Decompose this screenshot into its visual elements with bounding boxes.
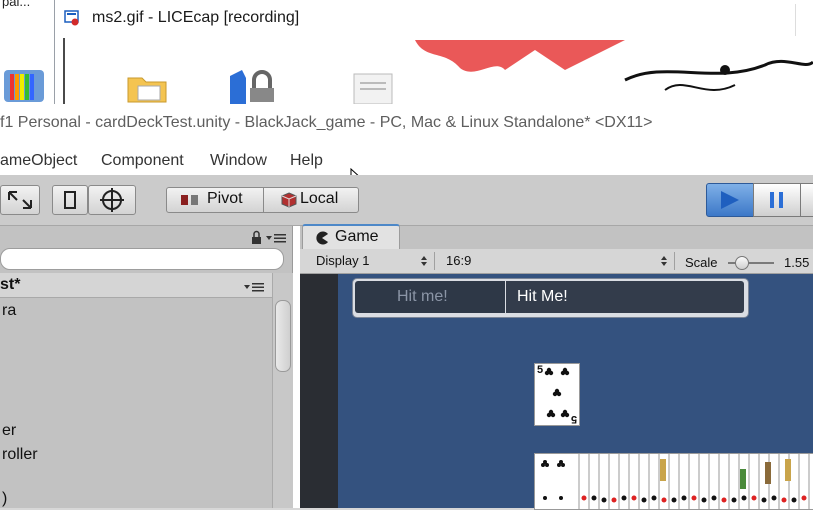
- aspect-dropdown[interactable]: 16:9: [438, 252, 675, 270]
- hierarchy-item[interactable]: roller: [2, 446, 38, 464]
- hierarchy-item[interactable]: ): [2, 490, 7, 508]
- licecap-app-icon: [64, 10, 79, 26]
- local-toggle[interactable]: Local: [263, 187, 359, 213]
- scale-slider-thumb[interactable]: [735, 256, 749, 270]
- play-icon: [721, 191, 739, 209]
- hierarchy-item[interactable]: er: [2, 422, 16, 440]
- hit-me-button-inactive[interactable]: Hit me!: [355, 281, 505, 313]
- menu-component[interactable]: Component: [101, 152, 184, 170]
- window-control-button[interactable]: [795, 4, 813, 36]
- background-window-text: pai...: [2, 0, 31, 9]
- dropdown-arrows-icon: [661, 256, 667, 266]
- game-view-margin: [300, 274, 338, 508]
- scale-tool-icon: [8, 191, 32, 209]
- transform-tool-icon: [100, 188, 124, 212]
- menu-help[interactable]: Help: [290, 152, 323, 170]
- step-button[interactable]: [800, 183, 813, 217]
- pivot-icon: [181, 195, 198, 205]
- card-deck-spread: [534, 453, 813, 510]
- hit-me-inactive-label: Hit me!: [397, 288, 448, 305]
- licecap-title: ms2.gif - LICEcap [recording]: [92, 9, 300, 26]
- scale-value: 1.55: [784, 255, 810, 270]
- card-deck-graphic: [541, 454, 810, 509]
- captured-desktop-strip: [65, 40, 813, 102]
- hit-me-button[interactable]: Hit Me!: [506, 281, 744, 313]
- folder-icon: [127, 77, 167, 103]
- document-icon: [353, 73, 393, 104]
- pivot-label: Pivot: [207, 190, 243, 207]
- dropdown-arrows-icon: [421, 256, 427, 266]
- display-dropdown-value: Display 1: [316, 253, 370, 268]
- aspect-dropdown-value: 16:9: [446, 253, 472, 268]
- lock-shortcut-icon: [230, 70, 274, 104]
- display-dropdown[interactable]: Display 1: [308, 252, 435, 270]
- scene-name: st*: [0, 276, 21, 293]
- hierarchy-item[interactable]: ra: [2, 302, 16, 320]
- menu-gameobject[interactable]: ameObject: [0, 152, 77, 170]
- playing-card[interactable]: 5 5: [534, 363, 580, 426]
- hit-me-label: Hit Me!: [517, 288, 568, 305]
- scene-header[interactable]: [0, 273, 272, 298]
- rainbow-app-icon: [4, 70, 44, 102]
- scale-tool-button[interactable]: [0, 185, 40, 215]
- tab-game-label: Game: [335, 228, 379, 245]
- card-rank-bottom: 5: [570, 413, 577, 425]
- rect-tool-icon: [64, 191, 76, 209]
- scene-menu-icon[interactable]: [242, 281, 268, 293]
- transform-tool-button[interactable]: [88, 185, 136, 215]
- hierarchy-search-input[interactable]: [0, 248, 284, 270]
- pause-icon: [770, 192, 783, 208]
- desktop-icons-graphic: [415, 40, 813, 91]
- pacman-game-icon: [316, 231, 328, 245]
- local-label: Local: [300, 190, 339, 207]
- unity-window-title: f1 Personal - cardDeckTest.unity - Black…: [0, 114, 653, 131]
- scale-label: Scale: [685, 255, 718, 270]
- play-button[interactable]: [706, 183, 754, 217]
- pause-button[interactable]: [753, 183, 801, 217]
- lock-menu-icon[interactable]: [250, 230, 290, 246]
- pivot-toggle[interactable]: Pivot: [166, 187, 264, 213]
- local-cube-icon: [281, 192, 297, 208]
- rect-tool-button[interactable]: [52, 185, 88, 215]
- hierarchy-scroll-thumb[interactable]: [275, 300, 291, 372]
- menu-window[interactable]: Window: [210, 152, 267, 170]
